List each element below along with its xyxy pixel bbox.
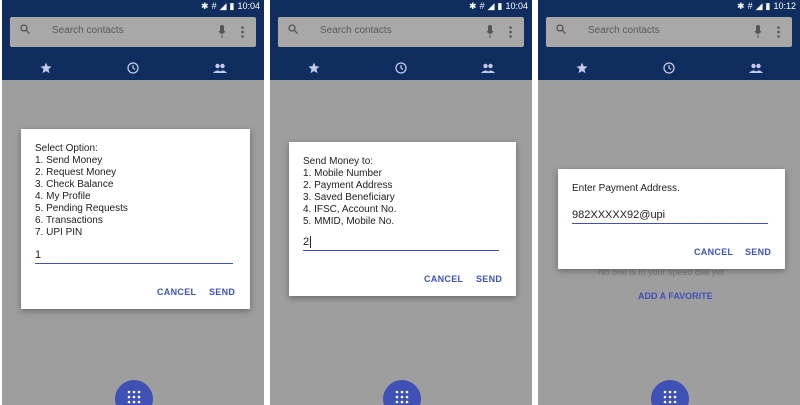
- option-list: 1. Send Money 2. Request Money 3. Check …: [35, 155, 128, 239]
- signal-icon: ◢: [219, 1, 227, 11]
- battery-icon: ▮: [229, 1, 235, 11]
- tab-contacts[interactable]: [203, 58, 237, 78]
- list-item: 2. Request Money: [35, 167, 117, 178]
- payment-address-value: 982XXXXX92@upi: [572, 209, 666, 221]
- search-box[interactable]: Search contacts: [278, 17, 524, 47]
- tab-recents[interactable]: [116, 58, 150, 78]
- status-time: 10:04: [237, 1, 260, 11]
- wifi-icon: #: [747, 1, 753, 11]
- mic-icon[interactable]: [218, 25, 226, 38]
- battery-icon: ▮: [765, 1, 771, 11]
- search-box[interactable]: Search contacts: [10, 17, 256, 47]
- send-button[interactable]: SEND: [745, 247, 771, 257]
- cancel-button[interactable]: CANCEL: [424, 274, 463, 284]
- add-favorite-link[interactable]: ADD A FAVORITE: [638, 291, 713, 301]
- tab-recents[interactable]: [384, 58, 418, 78]
- status-bar: ✱ # ◢ ▮ 10:04: [270, 0, 532, 12]
- tab-favorites[interactable]: [565, 58, 599, 78]
- select-option-dialog: Select Option: 1. Send Money 2. Request …: [21, 129, 250, 309]
- bluetooth-icon: ✱: [201, 1, 209, 11]
- tab-contacts[interactable]: [471, 58, 505, 78]
- text-cursor: [310, 236, 312, 249]
- status-bar: ✱ # ◢ ▮ 10:04: [2, 0, 264, 12]
- list-item: 5. MMID, Mobile No.: [303, 216, 395, 227]
- tab-favorites[interactable]: [297, 58, 331, 78]
- dialpad-icon: [663, 390, 677, 404]
- wifi-icon: #: [479, 1, 485, 11]
- phone-screen-3: ✱ # ◢ ▮ 10:12 Search contacts No one is: [538, 0, 800, 405]
- more-vert-icon[interactable]: [241, 26, 244, 38]
- mic-icon[interactable]: [754, 25, 762, 38]
- app-bar: Search contacts: [538, 12, 800, 80]
- search-box[interactable]: Search contacts: [546, 17, 792, 47]
- list-item: 1. Send Money: [35, 155, 103, 166]
- tab-recents[interactable]: [652, 58, 686, 78]
- search-icon: [556, 24, 566, 34]
- option-input-value: 2: [303, 236, 310, 248]
- tab-contacts[interactable]: [739, 58, 773, 78]
- signal-icon: ◢: [755, 1, 763, 11]
- search-icon: [288, 24, 298, 34]
- phone-screen-1: ✱ # ◢ ▮ 10:04 Search contacts Select Opt…: [2, 0, 264, 405]
- list-item: 4. IFSC, Account No.: [303, 204, 397, 215]
- send-button[interactable]: SEND: [476, 274, 502, 284]
- more-vert-icon[interactable]: [509, 26, 512, 38]
- clock-icon: [127, 62, 139, 74]
- clock-icon: [395, 62, 407, 74]
- cancel-button[interactable]: CANCEL: [157, 287, 196, 297]
- people-icon: [481, 63, 496, 73]
- star-icon: [308, 62, 320, 74]
- payment-address-input[interactable]: 982XXXXX92@upi: [572, 207, 768, 224]
- dialog-title: Select Option:: [35, 143, 98, 154]
- option-input[interactable]: 1: [35, 247, 233, 264]
- list-item: 7. UPI PIN: [35, 227, 83, 238]
- send-button[interactable]: SEND: [209, 287, 235, 297]
- search-icon: [20, 24, 30, 34]
- tab-bar: [270, 56, 532, 80]
- option-input[interactable]: 2: [303, 234, 499, 251]
- tab-favorites[interactable]: [29, 58, 63, 78]
- search-input[interactable]: Search contacts: [52, 25, 124, 36]
- list-item: 6. Transactions: [35, 215, 103, 226]
- app-bar: Search contacts: [270, 12, 532, 80]
- send-money-dialog: Send Money to: 1. Mobile Number 2. Payme…: [289, 142, 516, 296]
- bluetooth-icon: ✱: [737, 1, 745, 11]
- people-icon: [749, 63, 764, 73]
- list-item: 3. Check Balance: [35, 179, 114, 190]
- more-vert-icon[interactable]: [777, 26, 780, 38]
- mic-icon[interactable]: [486, 25, 494, 38]
- people-icon: [213, 63, 228, 73]
- list-item: 1. Mobile Number: [303, 168, 382, 179]
- option-list: 1. Mobile Number 2. Payment Address 3. S…: [303, 168, 396, 228]
- payment-address-dialog: Enter Payment Address. 982XXXXX92@upi CA…: [558, 169, 785, 269]
- option-input-value: 1: [35, 249, 42, 261]
- status-time: 10:12: [773, 1, 796, 11]
- status-bar: ✱ # ◢ ▮ 10:12: [538, 0, 800, 12]
- list-item: 3. Saved Beneficiary: [303, 192, 395, 203]
- dialog-title: Enter Payment Address.: [572, 183, 680, 194]
- clock-icon: [663, 62, 675, 74]
- dialog-title: Send Money to:: [303, 156, 374, 167]
- search-input[interactable]: Search contacts: [588, 25, 660, 36]
- signal-icon: ◢: [487, 1, 495, 11]
- bluetooth-icon: ✱: [469, 1, 477, 11]
- cancel-button[interactable]: CANCEL: [694, 247, 733, 257]
- battery-icon: ▮: [497, 1, 503, 11]
- status-time: 10:04: [505, 1, 528, 11]
- star-icon: [576, 62, 588, 74]
- dialpad-icon: [395, 390, 409, 404]
- list-item: 2. Payment Address: [303, 180, 393, 191]
- search-input[interactable]: Search contacts: [320, 25, 392, 36]
- dialpad-icon: [127, 390, 141, 404]
- tab-bar: [538, 56, 800, 80]
- tab-bar: [2, 56, 264, 80]
- wifi-icon: #: [211, 1, 217, 11]
- star-icon: [40, 62, 52, 74]
- list-item: 4. My Profile: [35, 191, 91, 202]
- list-item: 5. Pending Requests: [35, 203, 128, 214]
- phone-screen-2: ✱ # ◢ ▮ 10:04 Search contacts Send Money…: [270, 0, 532, 405]
- app-bar: Search contacts: [2, 12, 264, 80]
